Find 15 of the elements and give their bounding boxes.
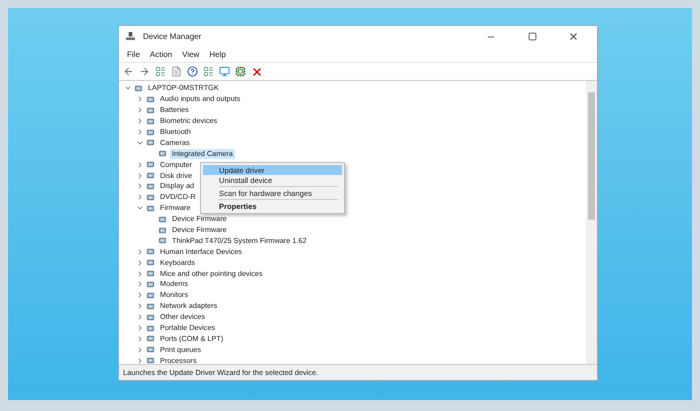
menu-item[interactable]: File (123, 50, 144, 59)
list-button[interactable] (154, 65, 167, 78)
forward-button[interactable] (138, 65, 151, 78)
close-icon[interactable] (568, 31, 578, 42)
scrollbar[interactable] (586, 81, 597, 364)
chip-button[interactable] (234, 65, 247, 78)
menu-item[interactable]: Action (146, 50, 176, 59)
maximize-icon[interactable] (528, 32, 536, 41)
menu-item[interactable]: View (178, 50, 204, 59)
menu-item[interactable]: Help (205, 50, 230, 59)
help-button[interactable] (186, 65, 199, 78)
window-title: Device Manager (143, 32, 202, 41)
back-button[interactable] (122, 65, 135, 78)
computer-icon (126, 32, 135, 41)
monitor-button[interactable] (218, 65, 231, 78)
